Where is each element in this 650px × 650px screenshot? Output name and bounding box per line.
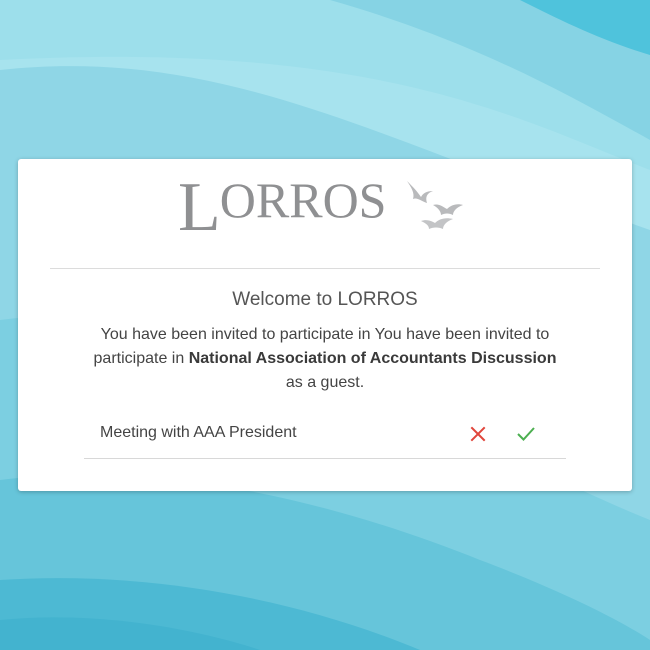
header-divider xyxy=(50,268,600,269)
accept-button[interactable] xyxy=(514,422,538,446)
lorros-logo: LORROS xyxy=(178,173,478,253)
welcome-title: Welcome to LORROS xyxy=(232,289,418,310)
birds-icon xyxy=(407,181,463,229)
meeting-name: Meeting with AAA President xyxy=(100,424,297,441)
close-icon xyxy=(470,426,486,442)
invitation-card: LORROS Welcome to LORROS You have been i… xyxy=(18,159,632,491)
group-name: National Association of Accountants Disc… xyxy=(188,350,557,367)
invitation-message: You have been invited to participate in … xyxy=(80,323,570,395)
decline-button[interactable] xyxy=(466,422,490,446)
logo-wordmark: LORROS xyxy=(178,169,387,246)
invitation-suffix: as a guest. xyxy=(285,374,365,391)
meeting-row: Meeting with AAA President xyxy=(84,412,566,459)
check-icon xyxy=(517,427,535,441)
